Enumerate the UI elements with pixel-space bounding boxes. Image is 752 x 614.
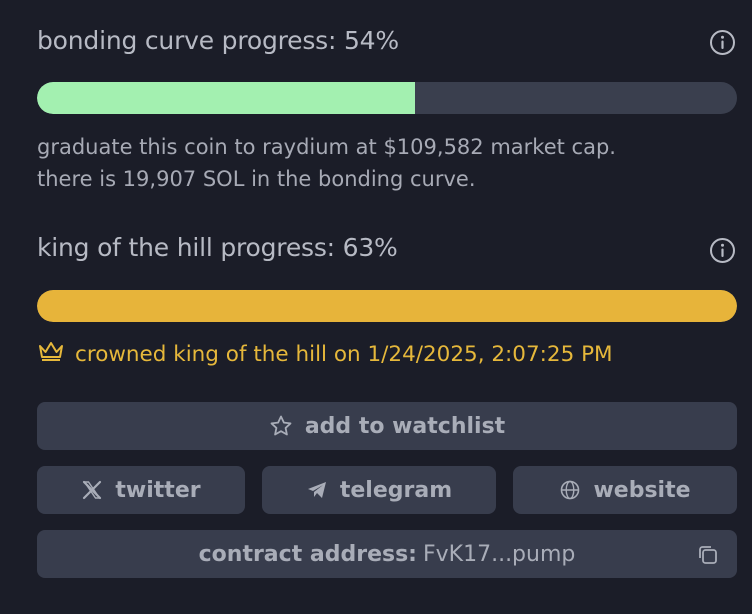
king-of-hill-title: king of the hill progress: 63% (37, 233, 398, 262)
graduate-text: graduate this coin to raydium at $109,58… (37, 135, 616, 159)
star-icon (269, 414, 293, 438)
bonding-progress-bar (37, 82, 737, 114)
bonding-curve-title: bonding curve progress: 54% (37, 26, 399, 55)
king-info-icon[interactable] (709, 237, 736, 264)
paper-plane-icon (306, 479, 328, 501)
watchlist-label: add to watchlist (304, 413, 506, 439)
bonding-progress-fill (37, 82, 415, 114)
website-label: website (593, 477, 691, 503)
x-logo-icon (81, 479, 103, 501)
add-to-watchlist-button[interactable]: add to watchlist (37, 402, 737, 450)
king-progress-fill (37, 290, 737, 322)
sol-in-curve-text: there is 19,907 SOL in the bonding curve… (37, 167, 476, 191)
twitter-label: twitter (115, 477, 201, 503)
contract-address-bar[interactable]: contract address: FvK17...pump (37, 530, 737, 578)
telegram-button[interactable]: telegram (262, 466, 496, 514)
bonding-info-icon[interactable] (709, 29, 736, 56)
contract-address-value: FvK17...pump (422, 541, 576, 567)
crowned-notice: crowned king of the hill on 1/24/2025, 2… (37, 338, 613, 370)
crowned-text: crowned king of the hill on 1/24/2025, 2… (75, 341, 613, 367)
twitter-button[interactable]: twitter (37, 466, 245, 514)
crown-icon (37, 340, 65, 368)
king-progress-bar (37, 290, 737, 322)
copy-icon[interactable] (696, 543, 720, 567)
contract-address-label: contract address: (198, 541, 417, 567)
website-button[interactable]: website (513, 466, 737, 514)
bonding-description: graduate this coin to raydium at $109,58… (37, 131, 616, 195)
telegram-label: telegram (339, 477, 453, 503)
globe-icon (559, 479, 581, 501)
